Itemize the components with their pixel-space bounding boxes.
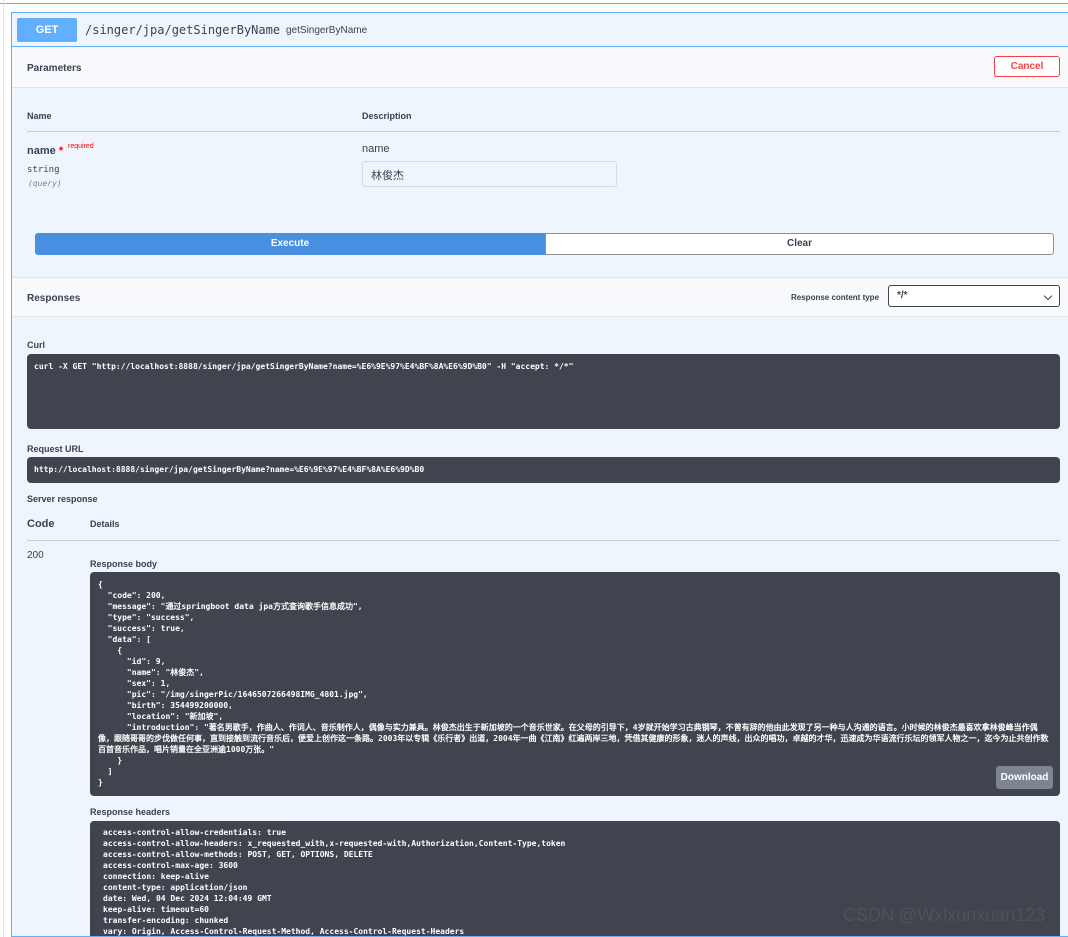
column-header-description: Description [362, 111, 412, 121]
previous-block-edge [0, 0, 1068, 4]
clear-button[interactable]: Clear [545, 233, 1054, 255]
curl-command[interactable]: curl -X GET "http://localhost:8888/singe… [27, 354, 1060, 429]
details-column-header: Details [90, 519, 120, 529]
name-input[interactable]: 林俊杰 [362, 161, 617, 187]
operation-block: GET /singer/jpa/getSingerByName getSinge… [11, 12, 1068, 937]
param-name: name * [27, 145, 63, 157]
response-body-label: Response body [90, 559, 158, 569]
curl-label: Curl [27, 340, 45, 350]
content-type-select[interactable]: */* [888, 285, 1060, 307]
request-url-value[interactable]: http://localhost:8888/singer/jpa/getSing… [27, 457, 1060, 483]
operation-path: /singer/jpa/getSingerByName [85, 23, 281, 37]
server-response-label: Server response [27, 494, 98, 504]
table-header-divider [27, 131, 1060, 132]
responses-title: Responses [27, 293, 81, 304]
response-body[interactable]: { "code": 200, "message": "通过springboot … [90, 572, 1060, 796]
param-location: (query) [28, 179, 62, 188]
content-type-value: */* [897, 290, 908, 301]
content-type-label: Response content type [791, 293, 880, 302]
execute-button[interactable]: Execute [35, 233, 545, 255]
http-method-badge: GET [17, 18, 77, 42]
code-column-header: Code [27, 518, 55, 530]
operation-summary[interactable]: GET /singer/jpa/getSingerByName getSinge… [12, 13, 1068, 47]
response-headers-label: Response headers [90, 807, 171, 817]
param-type: string [27, 165, 60, 175]
request-url-label: Request URL [27, 444, 84, 454]
cancel-button[interactable]: Cancel [994, 56, 1060, 77]
status-code: 200 [27, 550, 44, 561]
column-header-name: Name [27, 111, 52, 121]
required-label: required [68, 143, 94, 150]
param-description: name [362, 143, 390, 155]
required-star: * [58, 145, 64, 157]
param-name-text: name [27, 145, 56, 157]
chevron-down-icon [1043, 291, 1053, 301]
parameters-header: Parameters [12, 48, 1068, 88]
parameters-title: Parameters [27, 63, 82, 74]
operation-id: getSingerByName [286, 25, 368, 36]
response-table-divider [27, 540, 1060, 541]
page-left-edge [0, 0, 4, 937]
download-button[interactable]: Download [996, 766, 1053, 789]
watermark-text: CSDN @Wxlxunxuan123 [843, 905, 1046, 925]
